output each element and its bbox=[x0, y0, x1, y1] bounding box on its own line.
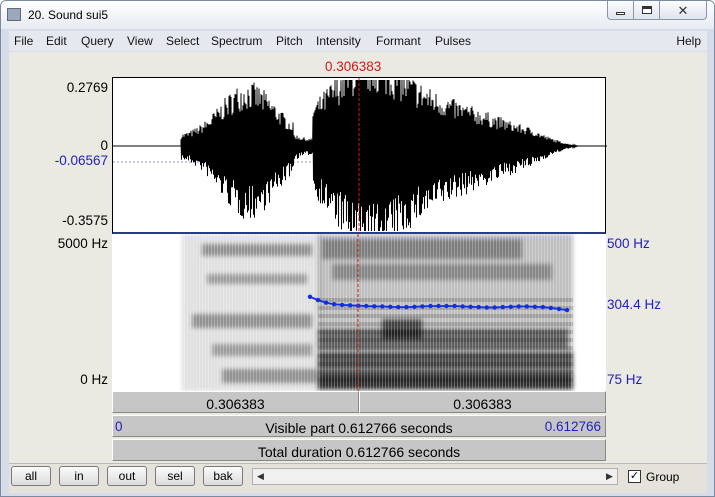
cursor-time-label: 0.306383 bbox=[325, 59, 382, 74]
menu-intensity[interactable]: Intensity bbox=[316, 34, 361, 48]
minimize-icon bbox=[616, 11, 625, 15]
pitch-point bbox=[468, 304, 473, 309]
waveform-min-label: -0.3575 bbox=[62, 213, 108, 228]
spectrogram-freq-min-label: 0 Hz bbox=[80, 372, 108, 387]
waveform-trace bbox=[113, 79, 607, 232]
pitch-point bbox=[348, 303, 353, 308]
pitch-point bbox=[508, 304, 513, 309]
pitch-point bbox=[524, 304, 529, 309]
menu-spectrum[interactable]: Spectrum bbox=[211, 34, 262, 48]
pitch-point bbox=[476, 304, 481, 310]
pitch-point bbox=[492, 305, 497, 310]
window-title: 20. Sound sui5 bbox=[28, 8, 109, 22]
title-bar[interactable]: 20. Sound sui5 ✕ bbox=[1, 1, 714, 29]
zoom-selection-button[interactable]: sel bbox=[155, 466, 195, 486]
menu-view[interactable]: View bbox=[127, 34, 153, 48]
pitch-point bbox=[372, 304, 377, 309]
pitch-point bbox=[548, 305, 554, 311]
maximize-button[interactable] bbox=[633, 1, 660, 20]
pitch-point bbox=[556, 306, 562, 312]
pitch-point bbox=[388, 304, 393, 309]
menu-formant[interactable]: Formant bbox=[376, 34, 421, 48]
pitch-point bbox=[380, 304, 385, 309]
waveform-zero-label: 0 bbox=[100, 138, 108, 153]
pitch-point bbox=[516, 304, 521, 309]
praat-sound-icon bbox=[7, 8, 21, 21]
pitch-current-label: 304.4 Hz bbox=[607, 297, 662, 312]
pitch-point bbox=[428, 303, 433, 309]
zoom-out-button[interactable]: out bbox=[107, 466, 147, 486]
menu-pitch[interactable]: Pitch bbox=[276, 34, 303, 48]
menu-pulses[interactable]: Pulses bbox=[435, 34, 471, 48]
minimize-button[interactable] bbox=[607, 1, 634, 20]
pitch-min-label: 75 Hz bbox=[607, 372, 643, 387]
total-duration-label: Total duration 0.612766 seconds bbox=[257, 444, 461, 460]
pitch-point bbox=[307, 294, 313, 299]
pitch-point bbox=[540, 304, 546, 310]
pitch-point bbox=[436, 303, 441, 309]
total-duration-bar[interactable]: Total duration 0.612766 seconds bbox=[112, 439, 606, 461]
menu-edit[interactable]: Edit bbox=[46, 34, 67, 48]
pitch-point bbox=[404, 304, 409, 310]
pitch-point bbox=[331, 302, 337, 307]
menu-query[interactable]: Query bbox=[81, 34, 114, 48]
menu-file[interactable]: File bbox=[14, 34, 33, 48]
pitch-point bbox=[412, 304, 417, 309]
spectrogram-panel[interactable] bbox=[112, 234, 606, 391]
pitch-point bbox=[420, 304, 425, 309]
pitch-point bbox=[484, 305, 489, 310]
scroll-left-icon[interactable]: ◀ bbox=[253, 469, 268, 484]
pitch-point bbox=[460, 304, 465, 309]
pitch-point bbox=[500, 304, 505, 310]
pitch-max-label: 500 Hz bbox=[607, 236, 650, 251]
pitch-point bbox=[323, 300, 329, 305]
sound-editor-window: 20. Sound sui5 ✕ File Edit Query View Se… bbox=[0, 0, 715, 497]
visible-start-label: 0 bbox=[115, 419, 123, 434]
time-segment-left[interactable]: 0.306383 bbox=[112, 391, 359, 413]
visible-part-label: Visible part 0.612766 seconds bbox=[265, 420, 453, 436]
pitch-point bbox=[315, 297, 321, 303]
spectrogram-freq-max-label: 5000 Hz bbox=[57, 236, 108, 251]
time-segment-left-label: 0.306383 bbox=[206, 396, 265, 412]
waveform-max-label: 0.2769 bbox=[66, 80, 108, 95]
time-scrollbar[interactable]: ◀ ▶ bbox=[252, 468, 618, 485]
menu-select[interactable]: Select bbox=[166, 34, 199, 48]
time-segment-right[interactable]: 0.306383 bbox=[359, 391, 606, 413]
zoom-all-button[interactable]: all bbox=[11, 466, 51, 486]
pitch-point bbox=[532, 304, 538, 309]
zoom-in-button[interactable]: in bbox=[59, 466, 99, 486]
visible-end-label: 0.612766 bbox=[544, 419, 601, 434]
pitch-point bbox=[564, 307, 570, 313]
spectrogram-canvas bbox=[182, 234, 573, 391]
time-segment-right-label: 0.306383 bbox=[453, 396, 512, 412]
pitch-point bbox=[396, 304, 401, 310]
visible-part-bar[interactable]: Visible part 0.612766 seconds bbox=[112, 415, 606, 437]
zoom-back-button[interactable]: bak bbox=[203, 466, 243, 486]
waveform-panel[interactable] bbox=[112, 77, 607, 234]
scroll-right-icon[interactable]: ▶ bbox=[602, 469, 617, 484]
menu-bar: File Edit Query View Select Spectrum Pit… bbox=[9, 31, 707, 51]
group-label: Group bbox=[646, 470, 680, 484]
waveform-cursor-value-label: -0.06567 bbox=[54, 153, 108, 168]
close-icon: ✕ bbox=[677, 2, 689, 18]
waveform-canvas bbox=[113, 78, 607, 233]
pitch-point bbox=[452, 303, 457, 309]
pitch-point bbox=[364, 303, 369, 309]
pitch-point bbox=[444, 303, 449, 309]
menu-help[interactable]: Help bbox=[676, 34, 701, 48]
group-checkbox[interactable]: ✓ bbox=[628, 470, 641, 483]
close-button[interactable]: ✕ bbox=[659, 1, 707, 20]
spectrogram-striation bbox=[182, 234, 572, 391]
maximize-icon bbox=[641, 6, 652, 14]
pitch-point bbox=[339, 302, 345, 308]
